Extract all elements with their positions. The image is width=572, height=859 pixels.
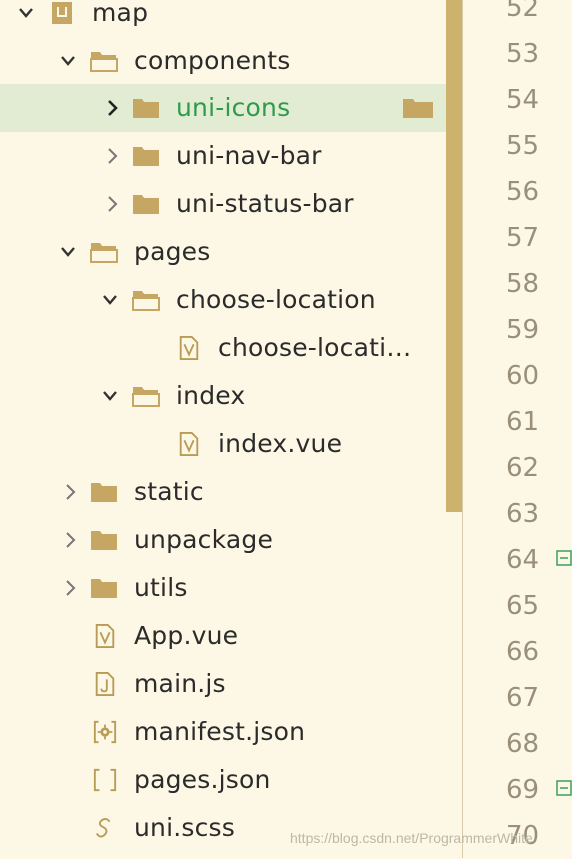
scss-file-icon bbox=[95, 818, 111, 838]
tree-item-label: utils bbox=[134, 573, 188, 602]
chevron-down-icon[interactable] bbox=[102, 288, 118, 312]
chevron-down-icon[interactable] bbox=[60, 240, 76, 264]
tree-item-label: pages.json bbox=[134, 765, 271, 794]
tree-item-label: choose-location bbox=[176, 285, 376, 314]
tree-item-index-folder[interactable]: index bbox=[0, 372, 446, 420]
line-number: 56 bbox=[506, 177, 540, 207]
chevron-right-icon[interactable] bbox=[62, 480, 78, 504]
tree-item-index-vue[interactable]: index.vue bbox=[0, 420, 446, 468]
line-number: 58 bbox=[506, 269, 540, 299]
line-number: 53 bbox=[506, 39, 540, 69]
tree-item-main-js[interactable]: main.js bbox=[0, 660, 446, 708]
folder-open-icon bbox=[90, 52, 118, 72]
tree-item-label: manifest.json bbox=[134, 717, 306, 746]
tree-item-uni-icons[interactable]: uni-icons bbox=[0, 84, 446, 132]
tree-item-unpackage[interactable]: unpackage bbox=[0, 516, 446, 564]
folder-open-icon bbox=[132, 291, 160, 311]
line-number: 61 bbox=[506, 407, 540, 437]
tree-item-label: index.vue bbox=[218, 429, 343, 458]
line-number: 64 bbox=[506, 545, 540, 575]
tree-item-utils[interactable]: utils bbox=[0, 564, 446, 612]
chevron-right-icon[interactable] bbox=[104, 144, 120, 168]
line-number: 67 bbox=[506, 683, 540, 713]
fold-collapse-icon[interactable] bbox=[556, 550, 572, 566]
project-icon bbox=[52, 2, 72, 24]
fold-collapse-icon[interactable] bbox=[556, 780, 572, 796]
line-number: 55 bbox=[506, 131, 540, 161]
chevron-right-icon[interactable] bbox=[62, 528, 78, 552]
tree-item-label: components bbox=[134, 46, 291, 75]
line-number: 65 bbox=[506, 591, 540, 621]
tree-item-label: static bbox=[134, 477, 204, 506]
chevron-right-icon[interactable] bbox=[62, 576, 78, 600]
folder-icon bbox=[403, 99, 433, 118]
folder-open-icon bbox=[132, 387, 160, 407]
tree-item-label: uni-nav-bar bbox=[176, 141, 322, 170]
line-number: 57 bbox=[506, 223, 540, 253]
tree-item-label: index bbox=[176, 381, 246, 410]
chevron-right-icon[interactable] bbox=[104, 192, 120, 216]
folder-icon bbox=[133, 195, 159, 214]
tree-item-pages-json[interactable]: pages.json bbox=[0, 756, 446, 804]
vue-file-icon bbox=[95, 624, 115, 648]
folder-icon bbox=[91, 579, 117, 598]
chevron-down-icon[interactable] bbox=[102, 384, 118, 408]
json-file-icon bbox=[93, 768, 117, 792]
folder-icon bbox=[133, 147, 159, 166]
tree-item-label: main.js bbox=[134, 669, 226, 698]
tree-item-label: App.vue bbox=[134, 621, 239, 650]
tree-item-choose-location-file[interactable]: choose-locati… bbox=[0, 324, 446, 372]
tree-item-label: choose-locati… bbox=[218, 333, 412, 362]
folder-icon bbox=[133, 99, 159, 118]
line-number: 59 bbox=[506, 315, 540, 345]
line-number: 66 bbox=[506, 637, 540, 667]
line-number: 68 bbox=[506, 729, 540, 759]
line-number: 52 bbox=[506, 0, 540, 23]
watermark: https://blog.csdn.net/ProgrammerWhite bbox=[290, 830, 533, 846]
file-tree: map components uni-icons uni-nav-bar uni… bbox=[0, 0, 446, 858]
chevron-down-icon[interactable] bbox=[60, 49, 76, 73]
tree-item-uni-nav-bar[interactable]: uni-nav-bar bbox=[0, 132, 446, 180]
tree-item-static[interactable]: static bbox=[0, 468, 446, 516]
tree-item-label: map bbox=[92, 0, 149, 27]
folder-open-icon bbox=[90, 243, 118, 263]
vue-file-icon bbox=[179, 336, 199, 360]
tree-item-map[interactable]: map bbox=[0, 0, 446, 37]
tree-item-app-vue[interactable]: App.vue bbox=[0, 612, 446, 660]
line-number: 62 bbox=[506, 453, 540, 483]
tree-item-pages[interactable]: pages bbox=[0, 228, 446, 276]
tree-item-label: unpackage bbox=[134, 525, 274, 554]
tree-item-choose-location-folder[interactable]: choose-location bbox=[0, 276, 446, 324]
line-number: 69 bbox=[506, 775, 540, 805]
folder-icon bbox=[91, 531, 117, 550]
editor-line-gutter: 52 53 54 55 56 57 58 59 60 61 62 63 64 6… bbox=[463, 0, 572, 858]
chevron-right-icon[interactable] bbox=[104, 96, 120, 120]
tree-item-label: uni-status-bar bbox=[176, 189, 354, 218]
vue-file-icon bbox=[179, 432, 199, 456]
chevron-down-icon[interactable] bbox=[18, 1, 34, 25]
js-file-icon bbox=[95, 672, 115, 696]
line-number: 54 bbox=[506, 85, 540, 115]
line-number: 63 bbox=[506, 499, 540, 529]
tree-item-label: uni-icons bbox=[176, 93, 291, 122]
manifest-config-icon bbox=[93, 720, 117, 744]
tree-item-uni-status-bar[interactable]: uni-status-bar bbox=[0, 180, 446, 228]
tree-item-label: uni.scss bbox=[134, 813, 236, 842]
tree-item-components[interactable]: components bbox=[0, 37, 446, 85]
folder-icon bbox=[91, 483, 117, 502]
line-number: 60 bbox=[506, 361, 540, 391]
sidebar-scrollbar[interactable] bbox=[446, 0, 462, 512]
tree-item-label: pages bbox=[134, 237, 211, 266]
tree-item-manifest-json[interactable]: manifest.json bbox=[0, 708, 446, 756]
